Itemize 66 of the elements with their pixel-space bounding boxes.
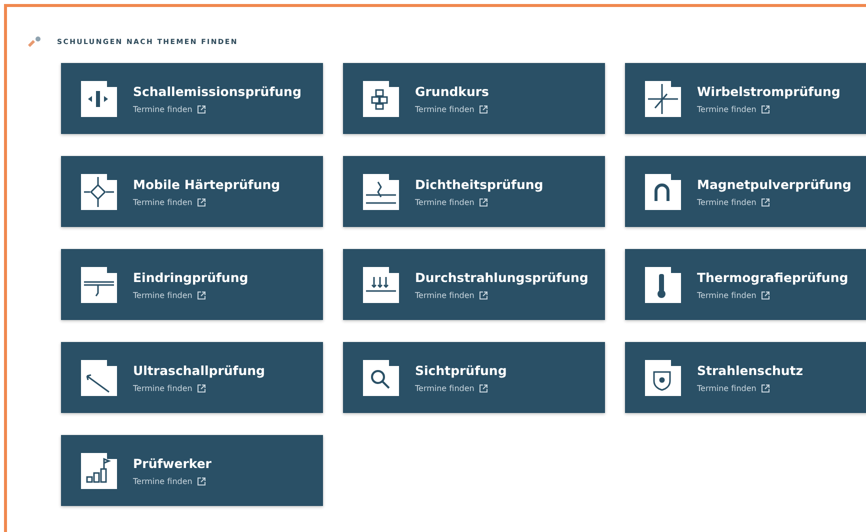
- course-title: Mobile Härteprüfung: [133, 176, 280, 192]
- topic-icon: [645, 174, 681, 210]
- logo-icon: [27, 35, 43, 49]
- external-link-icon: [197, 384, 206, 392]
- dates-link[interactable]: Termine finden: [697, 104, 840, 114]
- external-link-icon: [197, 104, 206, 114]
- dates-link[interactable]: Termine finden: [133, 476, 212, 486]
- external-link-icon: [761, 290, 770, 300]
- dates-link[interactable]: Termine finden: [133, 198, 280, 206]
- external-link-icon: [197, 290, 206, 300]
- course-title: Prüfwerker: [133, 456, 212, 470]
- topic-icon: [81, 452, 117, 488]
- topic-icon: [81, 360, 117, 396]
- topic-icon: [645, 360, 681, 396]
- dates-link[interactable]: Termine finden: [415, 104, 489, 114]
- topic-icon: [363, 174, 399, 210]
- course-title: Durchstrahlungsprüfung: [415, 270, 588, 284]
- external-link-icon: [479, 198, 488, 206]
- course-title: Magnetpulverprüfung: [697, 176, 852, 192]
- topic-icon: [81, 80, 117, 116]
- external-link-icon: [761, 384, 770, 392]
- course-title: Wirbelstromprüfung: [697, 84, 840, 98]
- course-card[interactable]: Ultraschallprüfung Termine finden: [61, 342, 323, 413]
- external-link-icon: [479, 104, 488, 114]
- topic-icon: [363, 360, 399, 396]
- external-link-icon: [761, 198, 770, 206]
- external-link-icon: [761, 104, 770, 114]
- dates-link[interactable]: Termine finden: [133, 104, 302, 114]
- external-link-icon: [479, 290, 488, 300]
- topic-icon: [81, 174, 117, 210]
- course-card[interactable]: Strahlenschutz Termine finden: [625, 342, 866, 413]
- course-card[interactable]: Durchstrahlungsprüfung Termine finden: [343, 249, 605, 320]
- course-title: Dichtheitsprüfung: [415, 176, 544, 192]
- course-card[interactable]: Dichtheitsprüfung Termine finden: [343, 156, 605, 227]
- dates-link[interactable]: Termine finden: [415, 384, 507, 392]
- course-card[interactable]: Magnetpulverprüfung Termine finden: [625, 156, 866, 227]
- course-card[interactable]: Eindringprüfung Termine finden: [61, 249, 323, 320]
- course-title: Eindringprüfung: [133, 270, 248, 284]
- external-link-icon: [197, 198, 206, 206]
- course-card[interactable]: Schallemissionsprüfung Termine finden: [61, 63, 323, 134]
- dates-link[interactable]: Termine finden: [697, 290, 848, 300]
- topic-icon: [81, 266, 117, 302]
- external-link-icon: [197, 476, 206, 486]
- course-card[interactable]: Prüfwerker Termine finden: [61, 435, 323, 506]
- dates-link[interactable]: Termine finden: [415, 198, 544, 206]
- dates-link[interactable]: Termine finden: [133, 384, 265, 392]
- topic-icon: [363, 80, 399, 116]
- course-card[interactable]: Grundkurs Termine finden: [343, 63, 605, 134]
- topic-icon: [645, 266, 681, 302]
- dates-link[interactable]: Termine finden: [697, 384, 804, 392]
- course-title: Ultraschallprüfung: [133, 362, 265, 378]
- course-card[interactable]: Thermografieprüfung Termine finden: [625, 249, 866, 320]
- course-title: Sichtprüfung: [415, 362, 507, 378]
- course-title: Grundkurs: [415, 84, 489, 98]
- external-link-icon: [479, 384, 488, 392]
- dates-link[interactable]: Termine finden: [697, 198, 852, 206]
- dates-link[interactable]: Termine finden: [415, 290, 588, 300]
- course-title: Thermografieprüfung: [697, 270, 848, 284]
- course-card[interactable]: Sichtprüfung Termine finden: [343, 342, 605, 413]
- course-card[interactable]: Wirbelstromprüfung Termine finden: [625, 63, 866, 134]
- topic-icon: [645, 80, 681, 116]
- course-title: Strahlenschutz: [697, 362, 804, 378]
- dates-link[interactable]: Termine finden: [133, 290, 248, 300]
- topic-icon: [363, 266, 399, 302]
- course-title: Schallemissionsprüfung: [133, 84, 302, 98]
- course-card[interactable]: Mobile Härteprüfung Termine finden: [61, 156, 323, 227]
